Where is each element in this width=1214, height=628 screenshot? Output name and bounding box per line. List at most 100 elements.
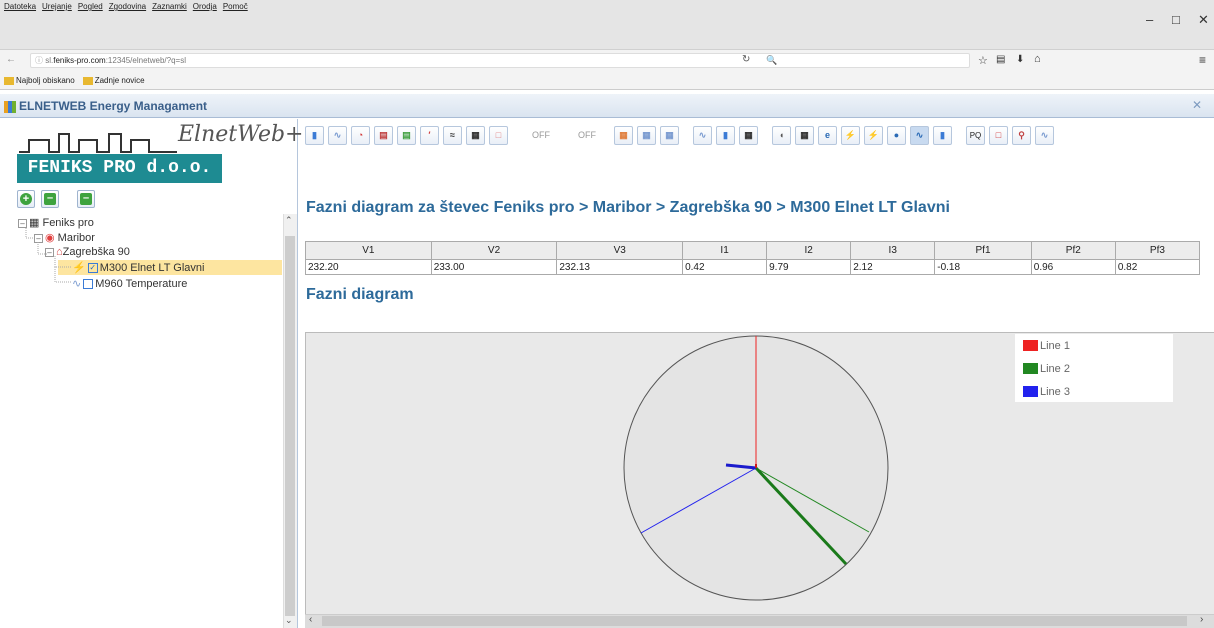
- col-pf3: Pf3: [1114, 241, 1201, 260]
- menu-hamburger-icon[interactable]: ≡: [1199, 53, 1206, 67]
- lightning-blue-icon: ⚡: [867, 129, 880, 140]
- menu-orodja[interactable]: Orodja: [193, 2, 217, 11]
- tree-node-m300[interactable]: ⚡ ✓ M300 Elnet LT Glavni: [72, 261, 204, 274]
- gauge-button[interactable]: ◖: [772, 125, 791, 145]
- legend-label: Line 2: [1040, 362, 1070, 375]
- restore-icon[interactable]: □: [1172, 12, 1180, 27]
- globe-button[interactable]: ●: [887, 125, 906, 145]
- reload-icon[interactable]: ↻: [742, 54, 750, 65]
- legend-item-line2: Line 2: [1015, 357, 1173, 380]
- home-icon[interactable]: ⌂: [1034, 53, 1041, 65]
- menu-datoteka[interactable]: Datoteka: [4, 2, 36, 11]
- trend-button[interactable]: ≈: [443, 125, 462, 145]
- pulse-button[interactable]: ∿: [910, 125, 929, 145]
- browser-menubar: Datoteka Urejanje Pogled Zgodovina Zazna…: [4, 2, 248, 11]
- scroll-right-icon[interactable]: ›: [1200, 614, 1203, 625]
- calendar-button[interactable]: ▦: [614, 125, 633, 145]
- checkbox-icon[interactable]: [83, 279, 94, 290]
- col-v3: V3: [556, 241, 684, 260]
- bar-chart-3-button[interactable]: ▮: [933, 125, 952, 145]
- bar-chart-2-button[interactable]: ▮: [716, 125, 735, 145]
- download-icon[interactable]: ⬇: [1016, 54, 1024, 65]
- tree-connector-lines: [25, 228, 72, 283]
- browser-search-input[interactable]: 🔍: [760, 53, 970, 68]
- bookmark-latest-news[interactable]: Zadnje novice: [82, 76, 145, 85]
- logo-lines: [19, 133, 177, 153]
- menu-zaznamki[interactable]: Zaznamki: [152, 2, 187, 11]
- power-button[interactable]: ⚡: [841, 125, 860, 145]
- energy-chart-button[interactable]: ▤: [397, 125, 416, 145]
- legend-label: Line 3: [1040, 385, 1070, 398]
- off-toggle-2[interactable]: OFF: [568, 126, 606, 145]
- legend-swatch-green: [1023, 363, 1038, 374]
- menu-pomoc[interactable]: Pomoč: [223, 2, 248, 11]
- tree-node-label: M960 Temperature: [95, 278, 188, 290]
- line-chart-2-button[interactable]: ∿: [693, 125, 712, 145]
- globe-icon: ●: [893, 130, 900, 140]
- bookmark-label: Zadnje novice: [94, 76, 145, 85]
- stacked-chart-button[interactable]: ▤: [374, 125, 393, 145]
- add-button[interactable]: +: [17, 190, 35, 208]
- folder-icon: [4, 76, 14, 85]
- cell-pf3: 0.82: [1114, 259, 1201, 275]
- calendar-month-icon: ▦: [642, 129, 651, 140]
- search-button[interactable]: ⚲: [1012, 125, 1031, 145]
- bar-chart-icon: ▮: [312, 129, 317, 140]
- scroll-left-icon[interactable]: ‹: [309, 614, 312, 625]
- main-toolbar: ▮ ∿ ◔ ▤ ▤ ′ ≈ ▦ □ OFF OFF ▦ ▦ ▦ ∿ ▮ ▦ ◖ …: [305, 123, 1180, 147]
- pq-label: PQ: [969, 130, 982, 140]
- logo-script-text: ElnetWeb+: [178, 122, 304, 147]
- calendar-year-button[interactable]: ▦: [660, 125, 679, 145]
- left-scrollbar-thumb[interactable]: [285, 236, 295, 616]
- bar-chart-button[interactable]: ▮: [305, 125, 324, 145]
- bar-chart-icon: ▮: [940, 129, 945, 140]
- table-button[interactable]: ▦: [466, 125, 485, 145]
- browser-e-button[interactable]: e: [818, 125, 837, 145]
- table-row: 232.20 233.00 232.13 0.42 9.79 2.12 -0.1…: [305, 259, 1201, 275]
- col-i2: I2: [766, 241, 852, 260]
- line-chart-icon: ∿: [698, 129, 707, 140]
- bookmark-star-icon[interactable]: ☆: [978, 54, 988, 67]
- line-chart-3-button[interactable]: ∿: [1035, 125, 1054, 145]
- calendar-icon: ▦: [619, 129, 628, 140]
- off-toggle-1[interactable]: OFF: [522, 126, 560, 145]
- back-icon[interactable]: ←: [6, 54, 16, 65]
- legend-item-line1: Line 1: [1015, 334, 1173, 357]
- checkbox-checked-icon[interactable]: ✓: [87, 263, 98, 274]
- table-3-button[interactable]: ▦: [795, 125, 814, 145]
- bookmark-most-visited[interactable]: Najbolj obiskano: [4, 76, 75, 85]
- cell-i2: 9.79: [766, 259, 852, 275]
- pdf-button[interactable]: □: [489, 125, 508, 145]
- col-i3: I3: [850, 241, 936, 260]
- remove-button[interactable]: –: [77, 190, 95, 208]
- close-panel-icon[interactable]: ✕: [1192, 98, 1202, 112]
- cell-pf1: -0.18: [934, 259, 1032, 275]
- scroll-up-icon[interactable]: ⌃: [285, 215, 293, 226]
- pdf-2-button[interactable]: □: [989, 125, 1008, 145]
- info-icon: ⓘ: [35, 56, 46, 65]
- reading-list-icon[interactable]: ▤: [996, 54, 1005, 65]
- pulse-icon: ∿: [915, 129, 924, 140]
- bookmarks-bar: Najbolj obiskano Zadnje novice: [0, 72, 1214, 90]
- logo-company-banner: FENIKS PRO d.o.o.: [17, 154, 222, 183]
- cell-i3: 2.12: [850, 259, 936, 275]
- horizontal-scrollbar-thumb[interactable]: [322, 616, 1187, 626]
- line-chart-icon: ∿: [333, 129, 342, 140]
- minimize-icon[interactable]: –: [1146, 12, 1153, 27]
- calendar-month-button[interactable]: ▦: [637, 125, 656, 145]
- menu-pogled[interactable]: Pogled: [78, 2, 103, 11]
- tree-node-m960[interactable]: ∿ M960 Temperature: [72, 277, 187, 290]
- close-window-icon[interactable]: ✕: [1198, 12, 1209, 28]
- scroll-down-icon[interactable]: ⌄: [285, 615, 293, 626]
- pie-chart-button[interactable]: ◔: [351, 125, 370, 145]
- menu-urejanje[interactable]: Urejanje: [42, 2, 72, 11]
- menu-zgodovina[interactable]: Zgodovina: [109, 2, 146, 11]
- table-icon: ▦: [744, 129, 753, 140]
- temperature-button[interactable]: ′: [420, 125, 439, 145]
- collapse-button[interactable]: –: [41, 190, 59, 208]
- line-chart-button[interactable]: ∿: [328, 125, 347, 145]
- table-2-button[interactable]: ▦: [739, 125, 758, 145]
- pq-button[interactable]: PQ: [966, 125, 985, 145]
- pie-chart-icon: ◔: [357, 130, 364, 140]
- power-2-button[interactable]: ⚡: [864, 125, 883, 145]
